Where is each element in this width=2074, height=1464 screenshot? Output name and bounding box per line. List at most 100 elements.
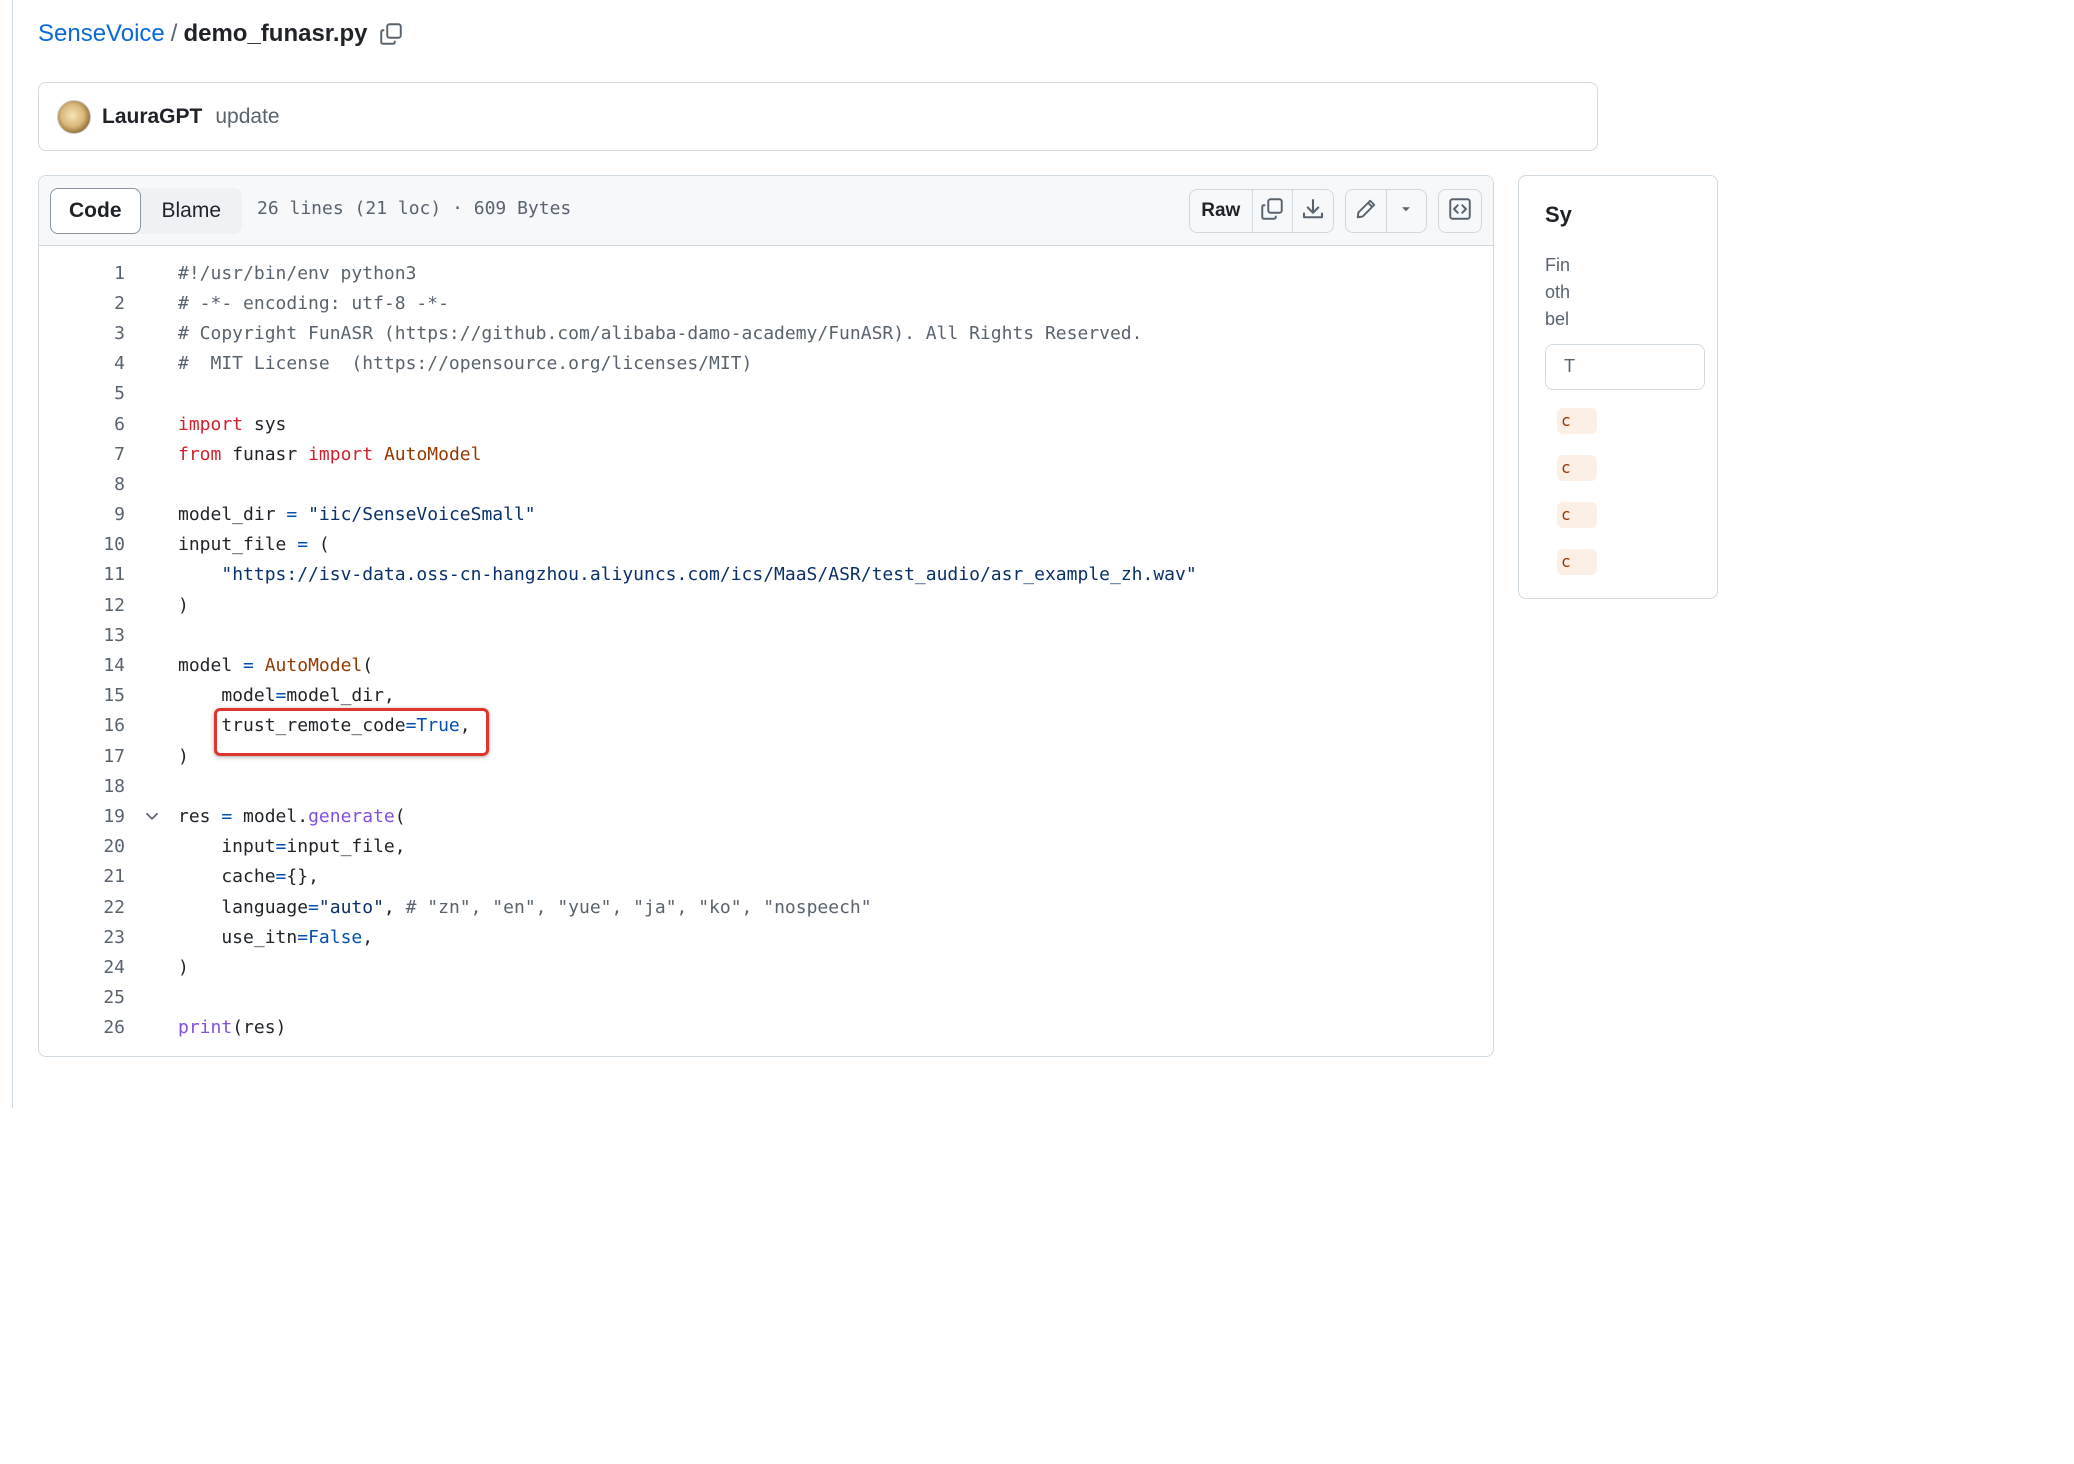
code-line: 6 import sys [39, 409, 1493, 439]
symbol-kind-tag[interactable]: c [1557, 549, 1597, 575]
code-line: 22 language="auto", # "zn", "en", "yue",… [39, 892, 1493, 922]
code-text: cache={}, [178, 866, 319, 888]
view-toggle: Code Blame [50, 188, 243, 234]
code-text: from funasr import AutoModel [178, 443, 482, 465]
more-edit-options-button[interactable] [1385, 190, 1426, 232]
pencil-icon [1355, 198, 1377, 225]
line-number[interactable]: 4 [39, 353, 125, 374]
code-text: model=model_dir, [178, 685, 395, 707]
line-number[interactable]: 11 [39, 564, 125, 585]
line-number[interactable]: 13 [39, 625, 125, 646]
code-text: print(res) [178, 1017, 287, 1039]
symbols-desc-line: Fin [1545, 255, 1571, 275]
code-line: 8 [39, 469, 1493, 499]
download-icon [1301, 197, 1325, 226]
symbol-kind-tag[interactable]: c [1557, 502, 1597, 528]
code-line: 17) [39, 741, 1493, 771]
tab-blame[interactable]: Blame [141, 188, 243, 234]
edit-actions [1345, 189, 1427, 233]
commit-author[interactable]: LauraGPT [102, 105, 202, 129]
line-number[interactable]: 2 [39, 293, 125, 314]
symbol-kind-tag[interactable]: c [1557, 455, 1597, 481]
line-number[interactable]: 19 [39, 806, 125, 827]
code-text: #!/usr/bin/env python3 [178, 262, 417, 284]
code-line: 24) [39, 952, 1493, 982]
line-number[interactable]: 9 [39, 504, 125, 525]
avatar[interactable] [57, 99, 91, 134]
code-line: 4 # MIT License (https://opensource.org/l… [39, 349, 1493, 379]
code-text: import sys [178, 413, 287, 435]
line-number[interactable]: 24 [39, 957, 125, 978]
code-line: 25 [39, 983, 1493, 1013]
code-line: 15 model=model_dir, [39, 681, 1493, 711]
code-text: input_file = ( [178, 534, 330, 556]
code-line: 18 [39, 771, 1493, 801]
symbols-panel: Sy Fin oth bel T c c c c [1518, 175, 1718, 599]
line-number[interactable]: 22 [39, 897, 125, 918]
breadcrumb: SenseVoice / demo_funasr.py [38, 16, 404, 52]
code-text: ) [178, 594, 189, 616]
raw-button[interactable]: Raw [1190, 190, 1252, 232]
code-line: 7 from funasr import AutoModel [39, 439, 1493, 469]
tab-code[interactable]: Code [50, 188, 141, 234]
line-number[interactable]: 7 [39, 444, 125, 465]
code-line: 5 [39, 379, 1493, 409]
line-number[interactable]: 12 [39, 595, 125, 616]
code-text: ) [178, 956, 189, 978]
breadcrumb-file-name: demo_funasr.py [183, 20, 368, 47]
line-number[interactable]: 17 [39, 746, 125, 767]
code-text: # MIT License (https://opensource.org/li… [178, 353, 753, 375]
edit-file-button[interactable] [1346, 190, 1386, 232]
line-number[interactable]: 10 [39, 534, 125, 555]
code-line: 21 cache={}, [39, 862, 1493, 892]
breadcrumb-repo-link[interactable]: SenseVoice [38, 20, 165, 48]
code-line: 3 # Copyright FunASR (https://github.com/… [39, 318, 1493, 348]
line-number[interactable]: 5 [39, 383, 125, 404]
line-number[interactable]: 3 [39, 323, 125, 344]
line-number[interactable]: 23 [39, 927, 125, 948]
line-number[interactable]: 26 [39, 1017, 125, 1038]
code-text: "https://isv-data.oss-cn-hangzhou.aliyun… [221, 564, 1197, 586]
code-square-icon [1448, 197, 1472, 226]
code-line: 2 # -*- encoding: utf-8 -*- [39, 288, 1493, 318]
code-line: 9 model_dir = "iic/SenseVoiceSmall" [39, 500, 1493, 530]
symbols-panel-button[interactable] [1438, 189, 1482, 233]
line-number[interactable]: 18 [39, 776, 125, 797]
code-text: res = model.generate( [178, 805, 406, 827]
code-line: 11 "https://isv-data.oss-cn-hangzhou.ali… [39, 560, 1493, 590]
code-text: model_dir = "iic/SenseVoiceSmall" [178, 504, 536, 526]
symbol-kind-tag[interactable]: c [1557, 408, 1597, 434]
code-line: 23 use_itn=False, [39, 922, 1493, 952]
copy-icon[interactable] [378, 21, 404, 47]
triangle-down-icon [1399, 202, 1413, 221]
page-left-border [12, 0, 13, 1108]
symbols-panel-title: Sy [1545, 202, 1572, 227]
line-number[interactable]: 1 [39, 263, 125, 284]
line-number[interactable]: 8 [39, 474, 125, 495]
symbols-filter-input[interactable]: T [1545, 344, 1705, 390]
symbols-desc-line: bel [1545, 309, 1570, 329]
line-number[interactable]: 15 [39, 685, 125, 706]
code-line: 1 #!/usr/bin/env python3 [39, 258, 1493, 288]
code-line: 16 trust_remote_code=True, [39, 711, 1493, 741]
code-line: 14 model = AutoModel( [39, 650, 1493, 680]
code-text: ) [178, 745, 189, 767]
line-number[interactable]: 6 [39, 414, 125, 435]
code-line: 10 input_file = ( [39, 530, 1493, 560]
line-number[interactable]: 21 [39, 866, 125, 887]
chevron-down-icon[interactable] [125, 807, 178, 825]
code-text: trust_remote_code=True, [178, 715, 471, 737]
commit-message[interactable]: update [215, 105, 279, 129]
line-number[interactable]: 14 [39, 655, 125, 676]
download-raw-button[interactable] [1292, 190, 1333, 232]
code-line: 26 print(res) [39, 1013, 1493, 1043]
line-number[interactable]: 20 [39, 836, 125, 857]
line-number[interactable]: 16 [39, 715, 125, 736]
code-viewer: Code Blame 26 lines (21 loc) · 609 Bytes… [38, 175, 1494, 1057]
file-toolbar: Code Blame 26 lines (21 loc) · 609 Bytes… [39, 176, 1493, 246]
code-line: 20 input=input_file, [39, 832, 1493, 862]
copy-raw-button[interactable] [1251, 190, 1293, 232]
code-text: language="auto", # "zn", "en", "yue", "j… [178, 896, 872, 918]
line-number[interactable]: 25 [39, 987, 125, 1008]
file-info: 26 lines (21 loc) · 609 Bytes [257, 198, 572, 219]
